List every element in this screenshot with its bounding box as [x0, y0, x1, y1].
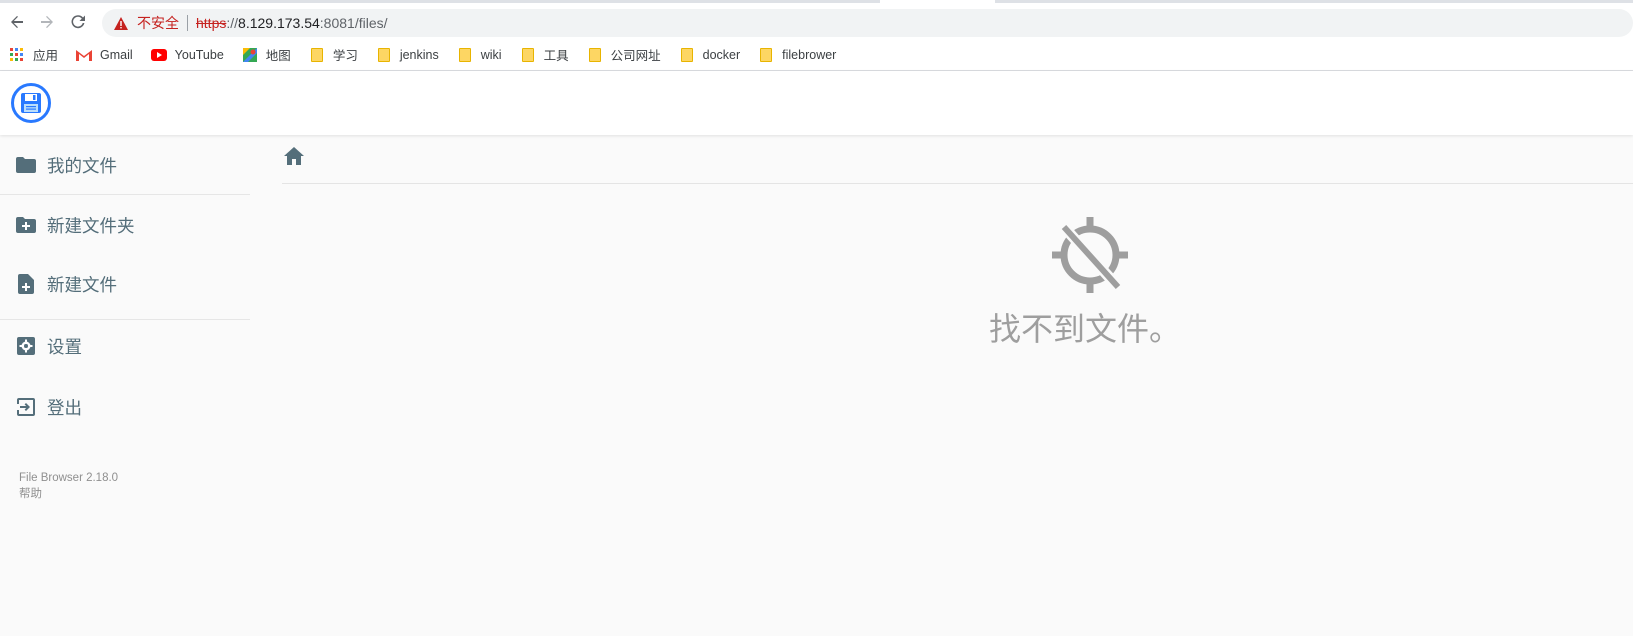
folder-icon [376, 47, 392, 63]
url-separator: :// [226, 15, 239, 31]
warning-icon[interactable] [113, 15, 129, 31]
floppy-disk-icon [21, 93, 41, 113]
new-file-icon [15, 274, 36, 295]
bookmark-label: 公司网址 [610, 49, 661, 63]
gmail-icon [76, 47, 93, 63]
youtube-icon [150, 47, 167, 63]
folder-icon [15, 155, 36, 176]
bookmark-folder[interactable]: jenkins [376, 43, 439, 67]
bookmark-label: YouTube [174, 47, 224, 62]
bookmark-label: 学习 [332, 49, 358, 63]
new-folder-icon [15, 215, 36, 236]
apps-grid-icon [9, 47, 25, 63]
home-icon[interactable] [284, 147, 306, 169]
bookmark-apps[interactable]: 应用 [9, 43, 58, 67]
settings-icon [15, 336, 36, 357]
bookmark-label: wiki [480, 47, 502, 62]
sidebar-item-label: 新建文件 [47, 274, 117, 295]
sidebar-item-logout[interactable]: 登出 [0, 379, 250, 435]
folder-icon [309, 47, 325, 63]
url-path: :8081/files/ [319, 15, 388, 31]
sidebar-item-label: 登出 [47, 397, 82, 418]
folder-icon [679, 47, 695, 63]
bookmark-label: 工具 [543, 49, 569, 63]
sidebar-item-label: 设置 [47, 336, 82, 357]
bookmarks-bar: 应用 Gmail YouTube 地图 学习 jenkins wiki 工具 公… [0, 39, 1633, 71]
bookmark-label: 应用 [33, 49, 59, 63]
bookmark-folder[interactable]: 学习 [309, 43, 358, 67]
bookmark-maps[interactable]: 地图 [242, 43, 291, 67]
forward-button[interactable] [36, 11, 58, 33]
bookmark-folder[interactable]: wiki [457, 43, 502, 67]
omnibox-separator [187, 15, 188, 31]
folder-icon [457, 47, 473, 63]
forward-arrow-icon [41, 16, 53, 28]
url-host: 8.129.173.54 [238, 15, 320, 31]
sidebar-item-settings[interactable]: 设置 [0, 318, 250, 374]
gps-off-icon [1052, 217, 1128, 293]
address-bar-row: 不安全 https://8.129.173.54:8081/files/ [0, 3, 1633, 39]
sidebar-item-new-file[interactable]: 新建文件 [0, 256, 250, 312]
bookmark-youtube[interactable]: YouTube [150, 43, 224, 67]
logout-icon [15, 397, 36, 418]
sidebar-item-my-files[interactable]: 我的文件 [0, 137, 250, 193]
sidebar: 我的文件 新建文件夹 新建文件 设置 登出 File Browser 2.18.… [0, 135, 250, 636]
sidebar-item-label: 我的文件 [47, 155, 117, 176]
bookmark-folder[interactable]: 公司网址 [587, 43, 661, 67]
bookmark-label: docker [702, 47, 741, 62]
empty-state: 找不到文件。 [989, 215, 1190, 350]
back-arrow-icon [11, 16, 23, 28]
folder-icon [758, 47, 774, 63]
url-omnibox[interactable]: 不安全 https://8.129.173.54:8081/files/ [102, 9, 1633, 37]
bookmark-label: Gmail [100, 47, 133, 62]
bookmark-label: 地图 [265, 49, 291, 63]
bookmark-folder[interactable]: filebrower [758, 43, 836, 67]
bookmark-label: filebrower [782, 47, 837, 62]
breadcrumb [282, 135, 1633, 184]
sidebar-item-new-folder[interactable]: 新建文件夹 [0, 197, 250, 253]
filebrowser-logo[interactable] [11, 83, 51, 123]
folder-icon [587, 47, 603, 63]
help-link[interactable]: 帮助 [19, 486, 118, 502]
not-secure-label[interactable]: 不安全 [137, 13, 179, 33]
url-protocol: https [196, 15, 227, 31]
sidebar-item-label: 新建文件夹 [47, 215, 135, 236]
bookmark-folder[interactable]: 工具 [520, 43, 569, 67]
empty-message: 找不到文件。 [988, 311, 1181, 347]
sidebar-credits: File Browser 2.18.0 帮助 [19, 470, 118, 502]
reload-button[interactable] [67, 11, 89, 33]
sidebar-divider [0, 194, 250, 195]
bookmark-gmail[interactable]: Gmail [76, 43, 133, 67]
version-label[interactable]: File Browser 2.18.0 [19, 470, 118, 486]
app-header [0, 71, 1633, 135]
bookmark-folder[interactable]: docker [679, 43, 741, 67]
back-button[interactable] [6, 11, 28, 33]
reload-icon [71, 15, 85, 29]
folder-icon [520, 47, 536, 63]
bookmark-label: jenkins [399, 47, 439, 62]
maps-icon [242, 47, 258, 63]
